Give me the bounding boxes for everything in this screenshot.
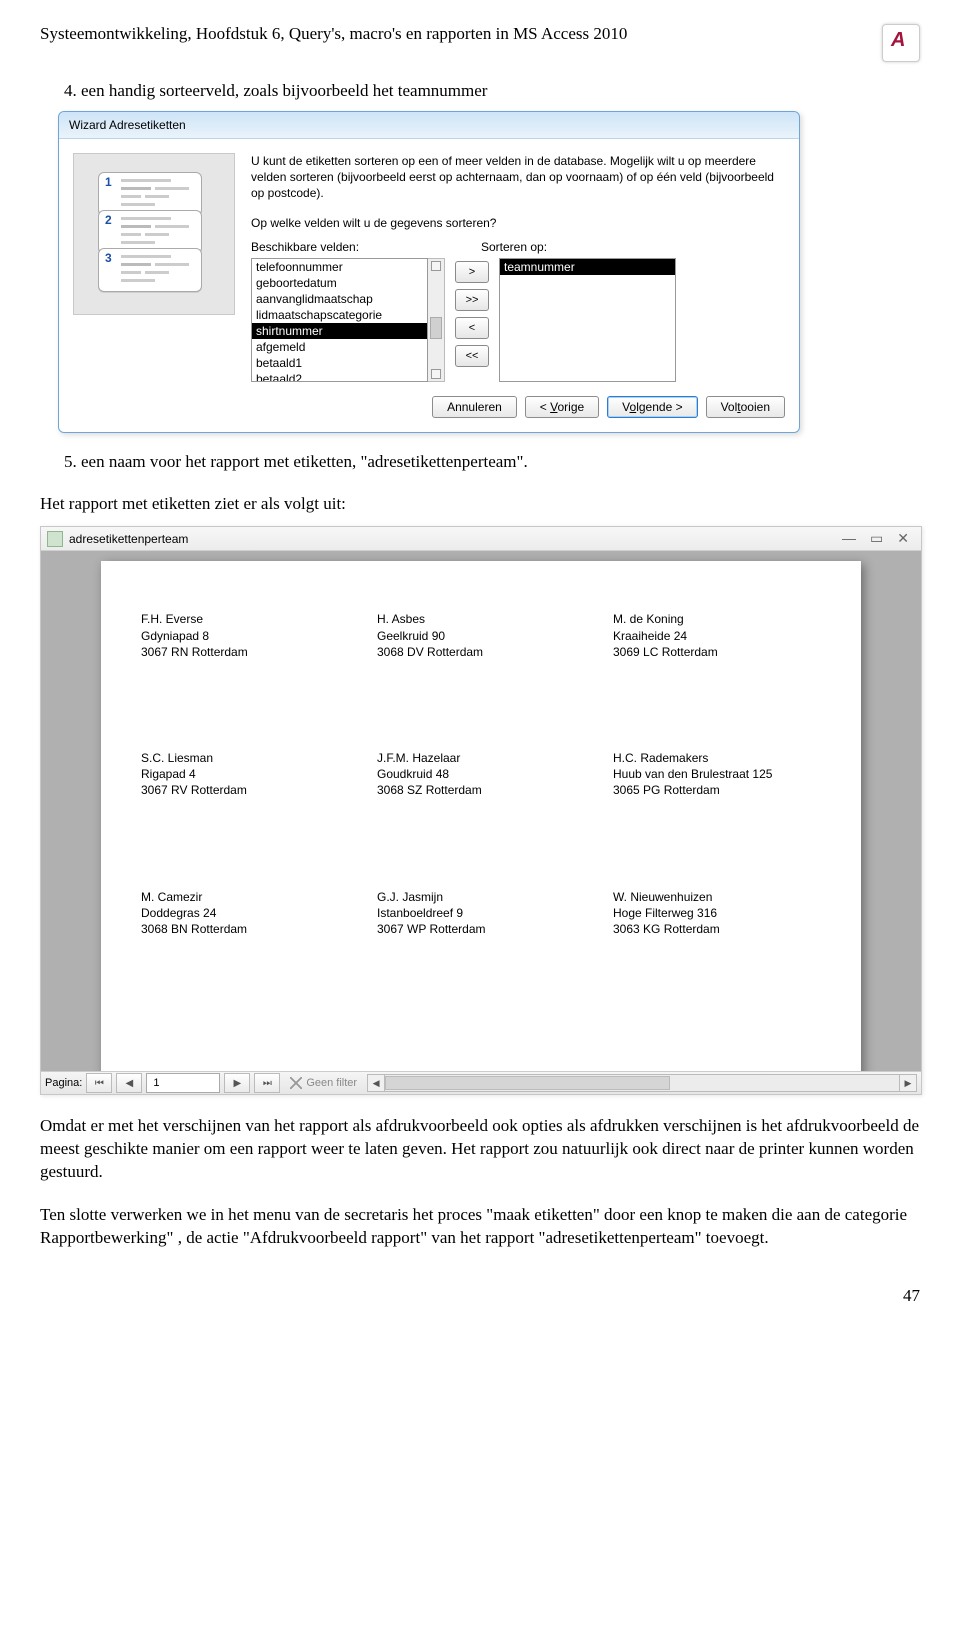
page-number: 47 [40,1286,920,1306]
sort-field-item[interactable]: teamnummer [500,259,675,275]
nav-last-button[interactable]: ⏭ [254,1073,280,1093]
wizard-titlebar: Wizard Adresetiketten [59,112,799,139]
body-item-4: 4. een handig sorteerveld, zoals bijvoor… [64,80,920,103]
address-label: S.C. LiesmanRigapad 43067 RV Rotterdam [141,750,349,799]
report-window: adresetikettenperteam — ▭ ✕ F.H. EverseG… [40,526,922,1095]
move-right-button[interactable]: > [455,261,489,283]
page-header: Systeemontwikkeling, Hoofdstuk 6, Query'… [40,24,920,62]
illustration-label-3: 3 [98,248,202,292]
next-button[interactable]: Volgende > [607,396,697,418]
move-all-left-button[interactable]: << [455,345,489,367]
report-status-bar: Pagina: ⏮ ◀ 1 ▶ ⏭ Geen filter ◀ ▶ [41,1071,921,1094]
address-label: J.F.M. HazelaarGoudkruid 483068 SZ Rotte… [377,750,585,799]
report-page: F.H. EverseGdyniapad 83067 RN Rotterdam H… [101,561,861,1071]
page-label: Pagina: [45,1077,82,1089]
body-paragraph-1: Omdat er met het verschijnen van het rap… [40,1115,920,1184]
wizard-question: Op welke velden wilt u de gegevens sorte… [251,216,785,230]
body-item-5: 5. een naam voor het rapport met etikett… [64,451,920,474]
available-fields-listbox[interactable]: telefoonnummergeboortedatumaanvanglidmaa… [251,258,428,382]
window-restore-icon[interactable]: ▭ [870,530,883,547]
access-logo-icon [882,24,920,62]
report-preview-area[interactable]: F.H. EverseGdyniapad 83067 RN Rotterdam H… [41,551,921,1071]
address-label: M. CamezirDoddegras 243068 BN Rotterdam [141,889,349,938]
available-field-item[interactable]: betaald1 [252,355,427,371]
finish-button[interactable]: Voltooien [706,396,785,418]
body-paragraph-2: Ten slotte verwerken we in het menu van … [40,1204,920,1250]
available-scrollbar[interactable] [428,258,445,382]
cancel-button[interactable]: Annuleren [432,396,517,418]
address-label: H. AsbesGeelkruid 903068 DV Rotterdam [377,611,585,660]
label-available-fields: Beschikbare velden: [251,240,481,254]
move-left-button[interactable]: < [455,317,489,339]
available-field-item[interactable]: betaald2 [252,371,427,382]
wizard-window: Wizard Adresetiketten 1 2 3 [58,111,800,433]
label-sort-on: Sorteren op: [481,240,547,254]
address-label: G.J. JasmijnIstanboeldreef 93067 WP Rott… [377,889,585,938]
wizard-footer: Annuleren < Vorige Volgende > Voltooien [59,386,799,432]
previous-button[interactable]: < Vorige [525,396,599,418]
address-label: M. de KoningKraaiheide 243069 LC Rotterd… [613,611,821,660]
move-all-right-button[interactable]: >> [455,289,489,311]
address-label: H.C. RademakersHuub van den Brulestraat … [613,750,821,799]
report-tab-bar: adresetikettenperteam — ▭ ✕ [41,527,921,551]
wizard-right-panel: U kunt de etiketten sorteren op een of m… [251,153,785,382]
address-label: W. NieuwenhuizenHoge Filterweg 3163063 K… [613,889,821,938]
report-tab-name: adresetikettenperteam [69,532,842,546]
nav-prev-button[interactable]: ◀ [116,1073,142,1093]
window-minimize-icon[interactable]: — [842,530,856,547]
wizard-body: 1 2 3 U kunt de etiketten sorteren op ee… [59,139,799,386]
page-header-title: Systeemontwikkeling, Hoofdstuk 6, Query'… [40,24,627,44]
filter-indicator[interactable]: Geen filter [290,1077,357,1089]
available-field-item[interactable]: telefoonnummer [252,259,427,275]
body-after-5: Het rapport met etiketten ziet er als vo… [40,493,920,516]
horizontal-scrollbar[interactable]: ◀ ▶ [367,1074,917,1092]
move-buttons-group: > >> < << [455,258,489,370]
wizard-title-text: Wizard Adresetiketten [69,118,186,132]
address-label: F.H. EverseGdyniapad 83067 RN Rotterdam [141,611,349,660]
available-field-item[interactable]: afgemeld [252,339,427,355]
nav-first-button[interactable]: ⏮ [86,1073,112,1093]
report-icon [47,531,63,547]
wizard-description: U kunt de etiketten sorteren op een of m… [251,153,785,202]
page-number-field[interactable]: 1 [146,1073,220,1093]
available-field-item[interactable]: geboortedatum [252,275,427,291]
nav-next-button[interactable]: ▶ [224,1073,250,1093]
available-field-item[interactable]: aanvanglidmaatschap [252,291,427,307]
available-field-item[interactable]: shirtnummer [252,323,427,339]
wizard-illustration: 1 2 3 [73,153,235,315]
available-field-item[interactable]: lidmaatschapscategorie [252,307,427,323]
funnel-icon [290,1077,302,1089]
window-close-icon[interactable]: ✕ [897,530,909,547]
sort-on-listbox[interactable]: teamnummer [499,258,676,382]
